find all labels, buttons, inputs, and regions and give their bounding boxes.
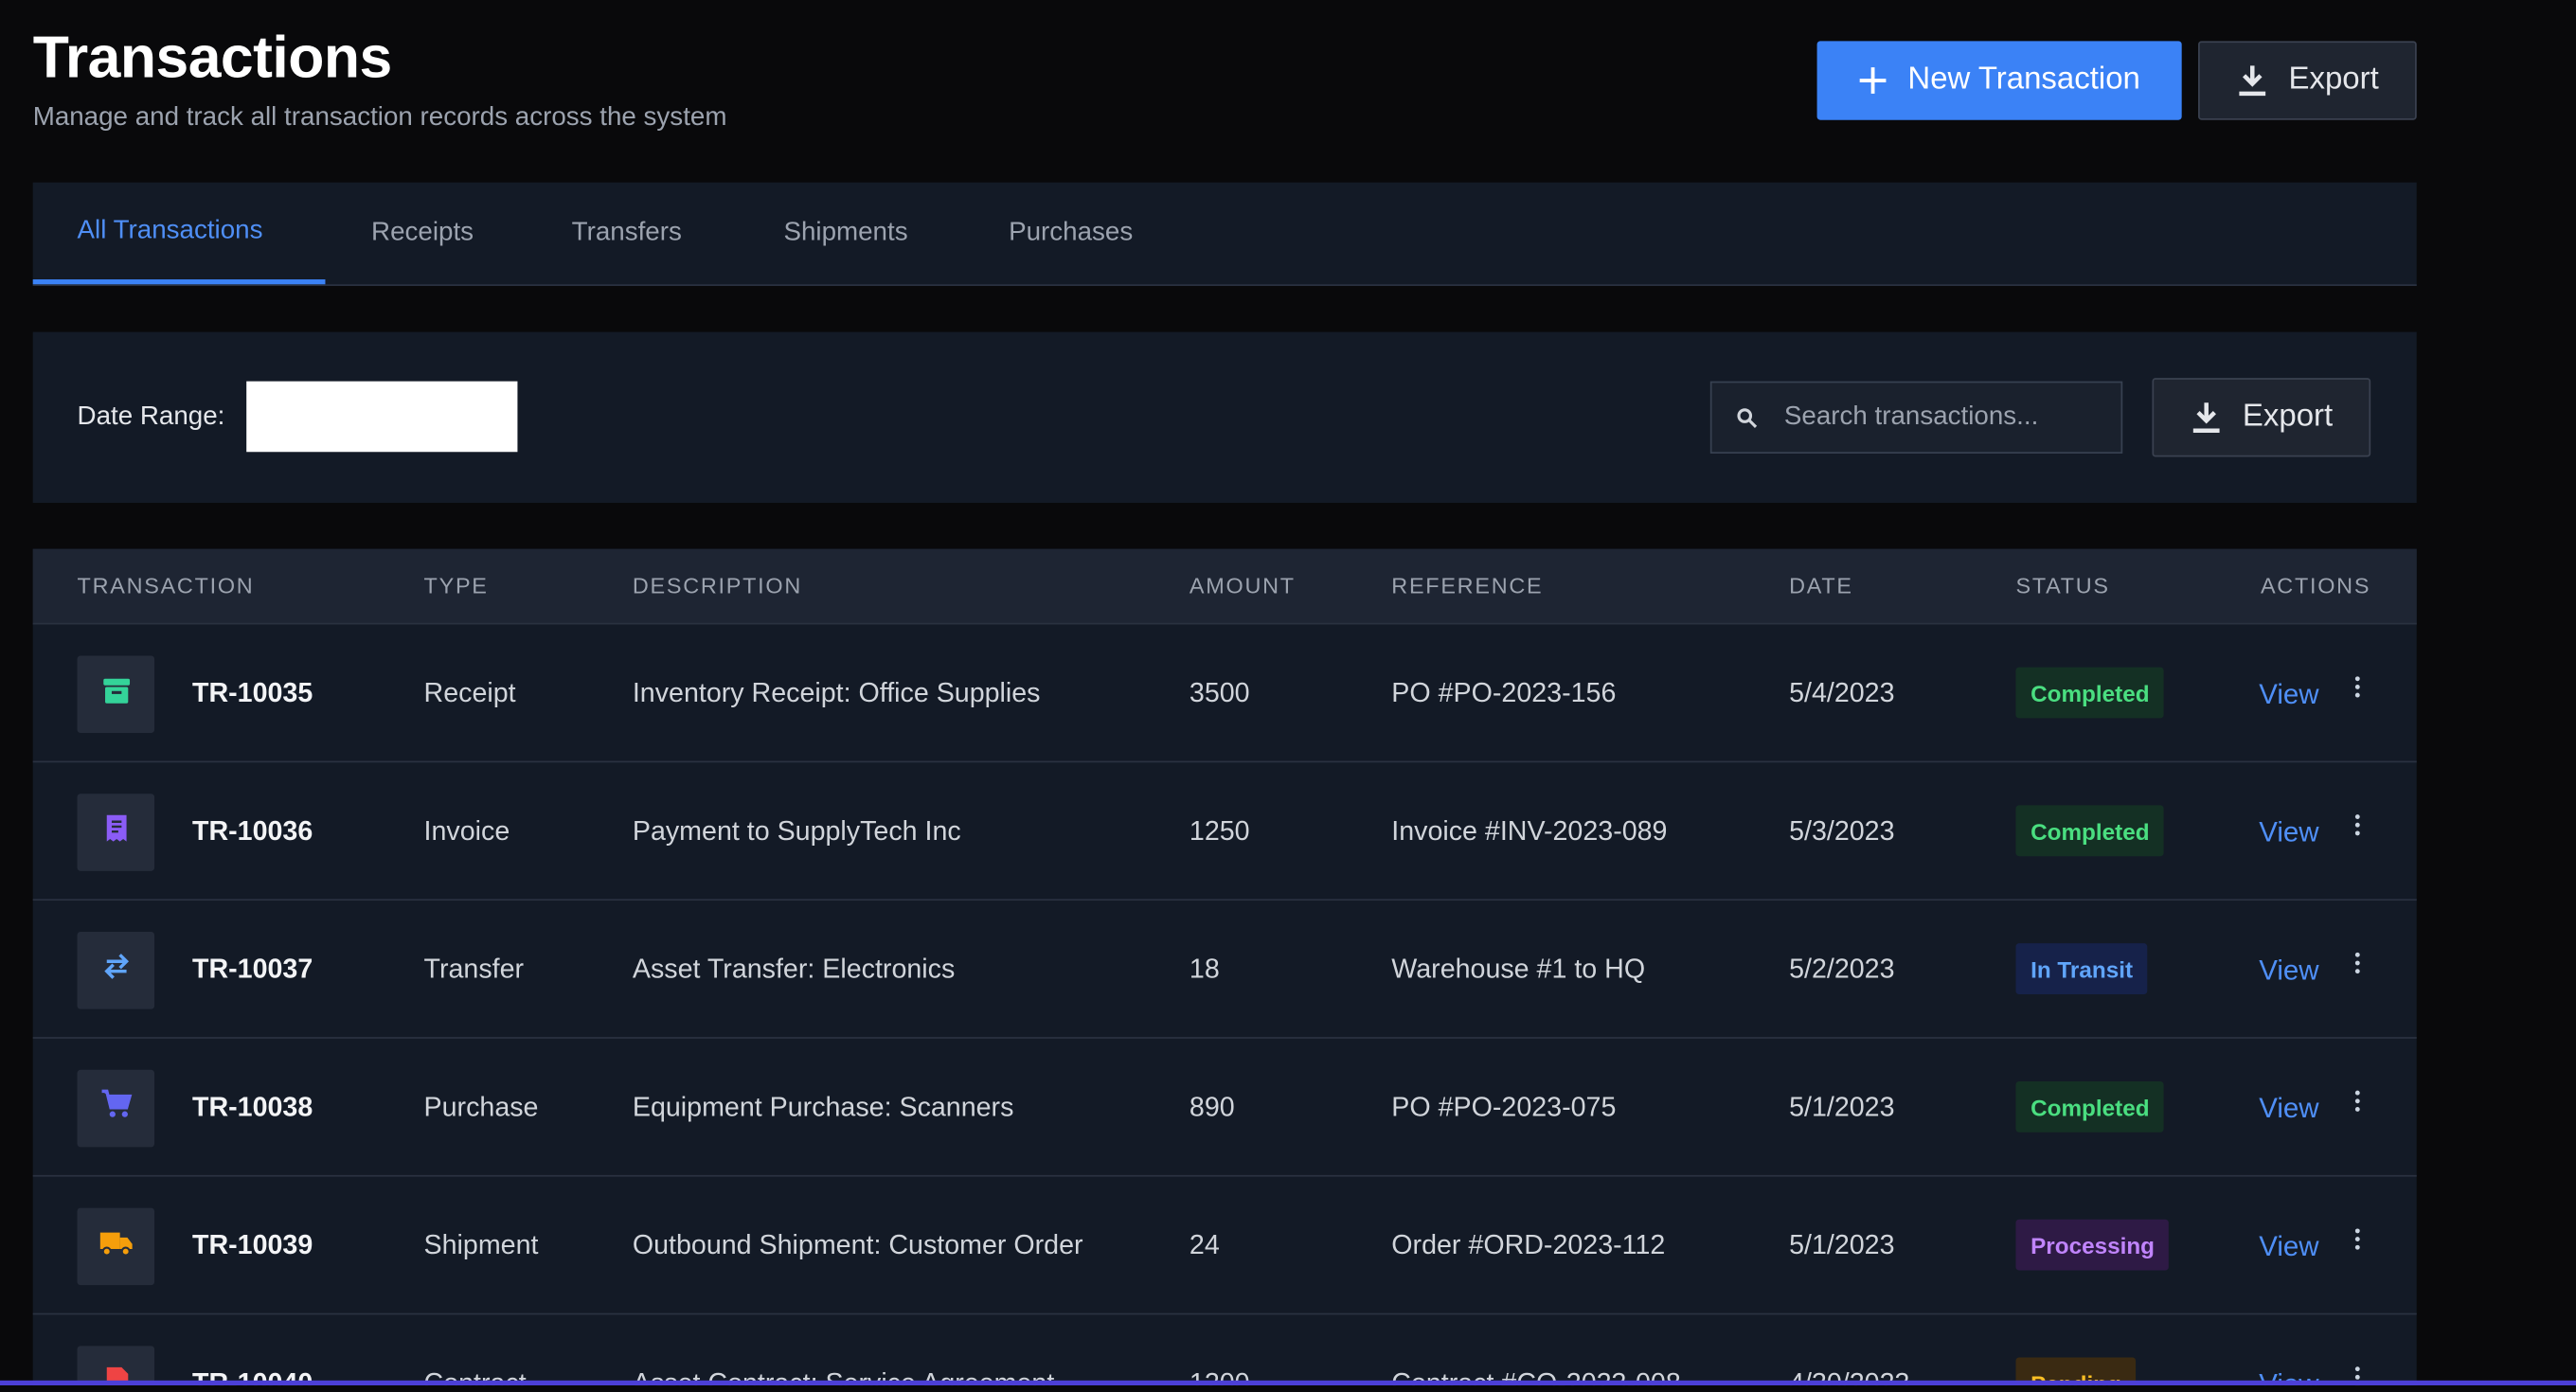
transaction-amount: 1250	[1189, 816, 1250, 847]
filter-export-label: Export	[2242, 399, 2334, 435]
status-badge: Completed	[2015, 1080, 2165, 1133]
more-options-icon[interactable]	[2346, 670, 2369, 704]
transaction-type-icon	[77, 932, 155, 1009]
search-icon	[1737, 407, 1759, 429]
export-button[interactable]: Export	[2198, 41, 2417, 120]
transaction-reference: PO #PO-2023-156	[1391, 678, 1617, 709]
table-row[interactable]: TR-10039 Shipment Outbound Shipment: Cus…	[32, 1177, 2417, 1315]
transaction-type: Receipt	[423, 678, 516, 709]
table-row[interactable]: TR-10037 Transfer Asset Transfer: Electr…	[32, 901, 2417, 1039]
column-header-amount[interactable]: AMOUNT	[1190, 574, 1296, 598]
transactions-table: TRANSACTION TYPE DESCRIPTION AMOUNT REFE…	[32, 548, 2417, 1392]
truck-icon	[98, 1226, 134, 1267]
transaction-type-icon	[77, 1207, 155, 1286]
search-box[interactable]	[1709, 381, 2123, 454]
transaction-reference: Warehouse #1 to HQ	[1391, 955, 1646, 985]
view-link[interactable]: View	[2259, 679, 2318, 712]
transaction-reference: Order #ORD-2023-112	[1391, 1230, 1666, 1261]
status-badge: Processing	[2015, 1219, 2170, 1271]
download-icon	[2190, 401, 2223, 434]
transaction-type-icon	[77, 794, 155, 871]
transaction-date: 5/1/2023	[1789, 1093, 1895, 1123]
view-link[interactable]: View	[2259, 955, 2318, 988]
column-header-actions: ACTIONS	[2260, 573, 2371, 598]
tab-bar: All Transactions Receipts Transfers Ship…	[32, 182, 2417, 286]
receipt-icon	[99, 812, 133, 852]
status-badge: In Transit	[2015, 943, 2148, 994]
transaction-id: TR-10038	[191, 1093, 313, 1123]
column-header-description[interactable]: DESCRIPTION	[633, 574, 802, 598]
plus-icon	[1858, 65, 1887, 95]
tab-shipments[interactable]: Shipments	[783, 183, 907, 285]
table-row[interactable]: TR-10035 Receipt Inventory Receipt: Offi…	[32, 624, 2417, 763]
tab-transfers[interactable]: Transfers	[572, 183, 682, 285]
transaction-description: Asset Transfer: Electronics	[632, 955, 956, 985]
column-header-transaction[interactable]: TRANSACTION	[78, 574, 255, 598]
date-range-field[interactable]	[246, 381, 518, 453]
transaction-date: 5/4/2023	[1789, 678, 1895, 709]
new-transaction-label: New Transaction	[1907, 62, 2140, 98]
table-row[interactable]: TR-10038 Purchase Equipment Purchase: Sc…	[32, 1039, 2417, 1177]
more-options-icon[interactable]	[2346, 947, 2369, 980]
transaction-description: Outbound Shipment: Customer Order	[632, 1230, 1083, 1261]
transaction-type-icon	[77, 1069, 155, 1148]
transaction-amount: 890	[1189, 1093, 1235, 1123]
transaction-type: Transfer	[423, 955, 525, 985]
view-link[interactable]: View	[2259, 1231, 2318, 1264]
transaction-reference: PO #PO-2023-075	[1391, 1093, 1617, 1123]
column-header-date[interactable]: DATE	[1789, 574, 1853, 598]
transaction-reference: Invoice #INV-2023-089	[1391, 816, 1668, 847]
transaction-id: TR-10035	[191, 678, 313, 709]
column-header-reference[interactable]: REFERENCE	[1391, 574, 1543, 598]
transaction-amount: 18	[1189, 955, 1220, 985]
download-icon	[2236, 64, 2269, 98]
more-options-icon[interactable]	[2346, 809, 2369, 842]
transaction-id: TR-10037	[191, 955, 313, 985]
column-header-status[interactable]: STATUS	[2015, 574, 2109, 598]
table-row[interactable]: TR-10036 Invoice Payment to SupplyTech I…	[32, 762, 2417, 901]
transaction-description: Inventory Receipt: Office Supplies	[632, 678, 1041, 709]
filter-export-button[interactable]: Export	[2152, 378, 2371, 457]
status-badge: Completed	[2015, 667, 2165, 719]
transaction-id: TR-10036	[191, 816, 313, 847]
export-label: Export	[2288, 62, 2379, 98]
filter-bar: Date Range: Export	[32, 331, 2417, 504]
transaction-date: 5/3/2023	[1789, 816, 1895, 847]
column-header-type[interactable]: TYPE	[424, 574, 489, 598]
transaction-type: Purchase	[423, 1093, 539, 1123]
view-link[interactable]: View	[2259, 817, 2318, 850]
view-link[interactable]: View	[2259, 1093, 2318, 1126]
transaction-id: TR-10039	[191, 1230, 313, 1261]
transaction-amount: 24	[1189, 1230, 1220, 1261]
search-input[interactable]	[1783, 402, 2097, 433]
status-badge: Completed	[2015, 805, 2165, 857]
tab-all-transactions[interactable]: All Transactions	[32, 183, 326, 285]
transaction-description: Equipment Purchase: Scanners	[632, 1093, 1014, 1123]
more-options-icon[interactable]	[2346, 1222, 2369, 1256]
swap-icon	[99, 950, 133, 990]
transaction-date: 5/1/2023	[1789, 1230, 1895, 1261]
transaction-type: Shipment	[423, 1230, 539, 1261]
transaction-date: 5/2/2023	[1789, 955, 1895, 985]
cart-icon	[99, 1088, 133, 1129]
transaction-type-icon	[77, 655, 155, 734]
tab-purchases[interactable]: Purchases	[1009, 183, 1133, 285]
date-range-label: Date Range:	[77, 402, 225, 431]
new-transaction-button[interactable]: New Transaction	[1816, 41, 2182, 120]
transaction-type: Invoice	[423, 816, 510, 847]
page-subtitle: Manage and track all transaction records…	[32, 103, 727, 132]
archive-icon	[99, 674, 133, 715]
tab-receipts[interactable]: Receipts	[371, 183, 474, 285]
table-header: TRANSACTION TYPE DESCRIPTION AMOUNT REFE…	[32, 548, 2417, 625]
transaction-amount: 3500	[1189, 678, 1250, 709]
transaction-description: Payment to SupplyTech Inc	[632, 816, 961, 847]
page-title: Transactions	[32, 23, 393, 91]
more-options-icon[interactable]	[2346, 1084, 2369, 1117]
